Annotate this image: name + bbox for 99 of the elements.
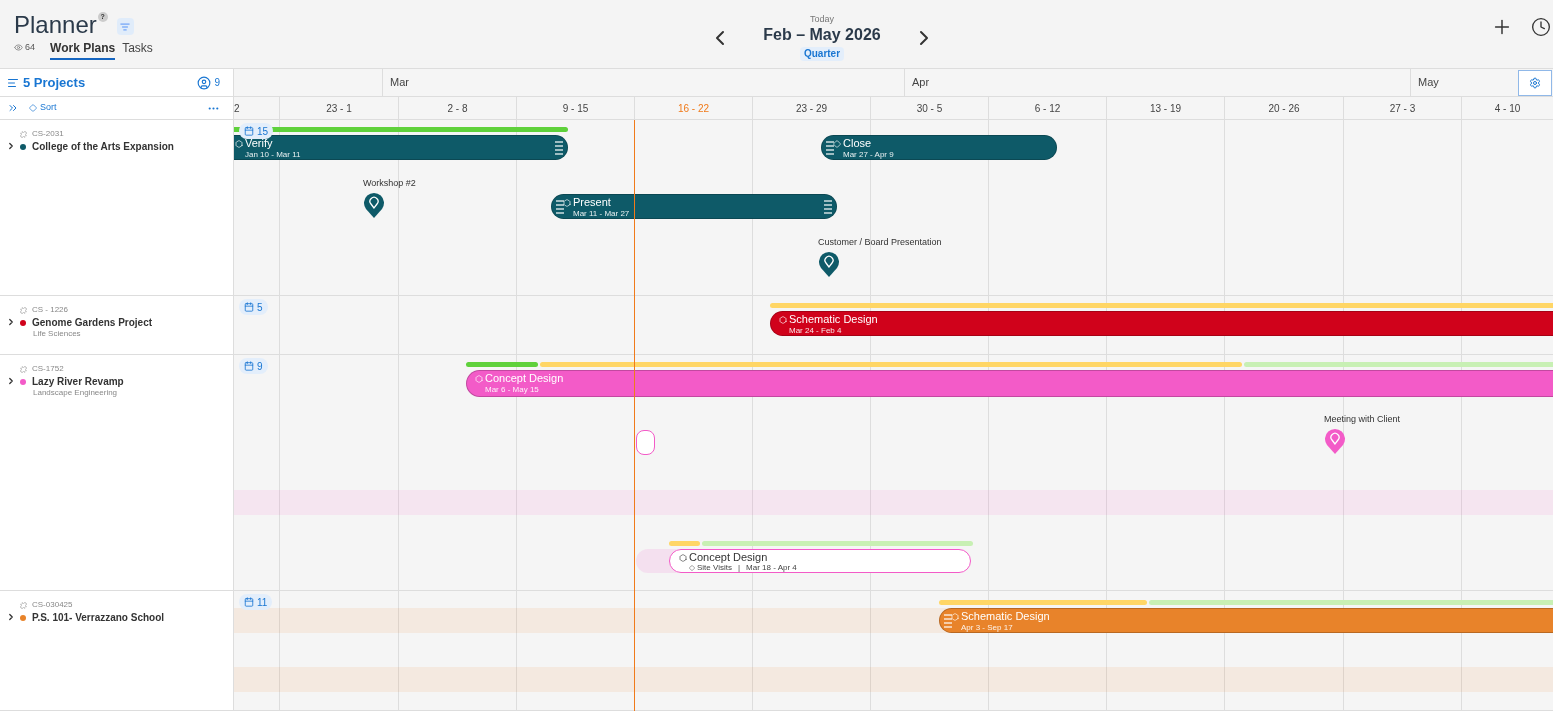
menu-icon[interactable] [7, 76, 19, 89]
week-label: 20 - 26 [1268, 101, 1300, 116]
week-label: 4 - 10 [1494, 101, 1521, 116]
phase-title: Schematic Design [961, 610, 1050, 623]
phase-title: Verify [245, 137, 273, 150]
phase-dates: Mar 6 - May 15 [485, 385, 539, 395]
hexagon-icon [475, 374, 483, 383]
diamond-icon [833, 139, 841, 148]
event-label: Workshop #2 [363, 178, 416, 189]
subphase-bar[interactable]: Concept Design Site Visits | Mar 18 - Apr 4 [669, 549, 971, 573]
drag-handle-icon[interactable] [826, 139, 834, 156]
task-count-badge[interactable]: 11 [239, 594, 273, 610]
calendar-icon [244, 597, 254, 607]
week-label: 30 - 5 [916, 101, 943, 116]
clock-icon [1531, 17, 1551, 37]
history-button[interactable] [1531, 16, 1551, 38]
project-code: CS - 1226 [32, 305, 69, 315]
phase-title: Close [843, 137, 872, 150]
week-label: 2 - 8 [447, 101, 468, 116]
drag-handle-icon[interactable] [556, 198, 564, 215]
task-count: 11 [257, 595, 268, 610]
subphase-detail: Site Visits [697, 563, 732, 573]
phase-dates: Mar 11 - Mar 27 [573, 209, 630, 219]
event-label: Customer / Board Presentation [818, 237, 942, 248]
user-icon[interactable] [197, 75, 212, 90]
week-label: 13 - 19 [1149, 101, 1182, 116]
people-count: 9 [214, 76, 220, 90]
separator: | [738, 563, 741, 573]
today-link[interactable]: Today [810, 14, 834, 25]
settings-icon [1529, 77, 1541, 89]
filter-icon [120, 21, 131, 32]
calendar-icon [244, 126, 254, 136]
expand-chevron-icon[interactable] [6, 376, 16, 386]
phase-bar[interactable]: Verify Jan 10 - Mar 11 [234, 135, 568, 160]
diamond-icon [29, 104, 37, 112]
view-count: 64 [25, 41, 35, 54]
week-label: 16 - 22 [677, 101, 710, 116]
project-subtitle: Life Sciences [33, 329, 81, 339]
project-name[interactable]: Genome Gardens Project [32, 316, 153, 329]
expand-chevron-icon[interactable] [6, 317, 16, 327]
task-count-badge[interactable]: 9 [239, 358, 268, 374]
scale-badge[interactable]: Quarter [799, 47, 845, 61]
phase-dates: Mar 24 - Feb 4 [789, 326, 842, 336]
week-label: 6 - 12 [1034, 101, 1061, 116]
week-label: 23 - 29 [795, 101, 828, 116]
month-label: May [1418, 75, 1439, 91]
hexagon-icon [951, 612, 959, 621]
drag-handle-icon[interactable] [944, 612, 952, 629]
phase-dates: Apr 3 - Sep 17 [961, 623, 1013, 633]
phase-bar[interactable]: Present Mar 11 - Mar 27 [551, 194, 837, 219]
task-count: 9 [257, 359, 263, 374]
task-count-badge[interactable]: 5 [239, 299, 268, 315]
drag-handle-icon[interactable] [555, 139, 563, 156]
phase-dates: Mar 27 - Apr 9 [843, 150, 894, 160]
expand-chevron-icon[interactable] [6, 141, 16, 151]
date-range: Feb – May 2026 [763, 25, 881, 45]
view-tab[interactable]: Tasks [122, 40, 153, 60]
hexagon-icon [779, 315, 787, 324]
week-label: 9 - 15 [562, 101, 589, 116]
task-count: 5 [257, 300, 263, 315]
week-label: 2 [234, 101, 240, 116]
phase-bar[interactable]: Schematic Design Mar 24 - Feb 4 [770, 311, 1553, 336]
phase-bar[interactable]: Close Mar 27 - Apr 9 [821, 135, 1057, 160]
subphase-dates: Mar 18 - Apr 4 [746, 563, 797, 573]
phase-title: Present [573, 196, 611, 209]
view-tab[interactable]: Work Plans [50, 40, 116, 60]
week-label: 27 - 3 [1389, 101, 1416, 116]
empty-slot[interactable] [636, 430, 655, 455]
project-name[interactable]: Lazy River Revamp [32, 375, 124, 388]
eye-icon [14, 43, 23, 53]
project-name[interactable]: P.S. 101- Verrazzano School [32, 611, 165, 624]
project-code: CS-1752 [32, 364, 64, 374]
drag-handle-icon[interactable] [824, 198, 832, 215]
project-code: CS-2031 [32, 129, 64, 139]
project-code: CS-030425 [32, 600, 73, 610]
subphase-title: Concept Design [689, 551, 768, 564]
month-label: Apr [912, 75, 930, 91]
hexagon-icon [563, 198, 571, 207]
task-count-badge[interactable]: 15 [239, 123, 274, 139]
event-label: Meeting with Client [1324, 414, 1401, 425]
map-pin-icon[interactable] [818, 251, 840, 278]
expand-chevron-icon[interactable] [6, 612, 16, 622]
hexagon-icon [679, 553, 687, 562]
month-label: Mar [390, 75, 409, 91]
phase-title: Schematic Design [789, 313, 878, 326]
projects-count: 5 Projects [23, 73, 86, 92]
map-pin-icon[interactable] [363, 192, 385, 219]
project-name[interactable]: College of the Arts Expansion [32, 140, 174, 153]
phase-title: Concept Design [485, 372, 564, 385]
app-title: Planner [14, 10, 97, 40]
settings-button[interactable] [1518, 70, 1552, 96]
calendar-icon [244, 361, 254, 371]
diamond-icon [689, 565, 695, 571]
week-label: 23 - 1 [326, 101, 352, 116]
phase-dates: Jan 10 - Mar 11 [245, 150, 301, 160]
sort-button[interactable]: Sort [29, 101, 57, 115]
expand-all-icon[interactable] [7, 102, 19, 114]
calendar-icon [244, 302, 254, 312]
project-subtitle: Landscape Engineering [33, 388, 118, 398]
